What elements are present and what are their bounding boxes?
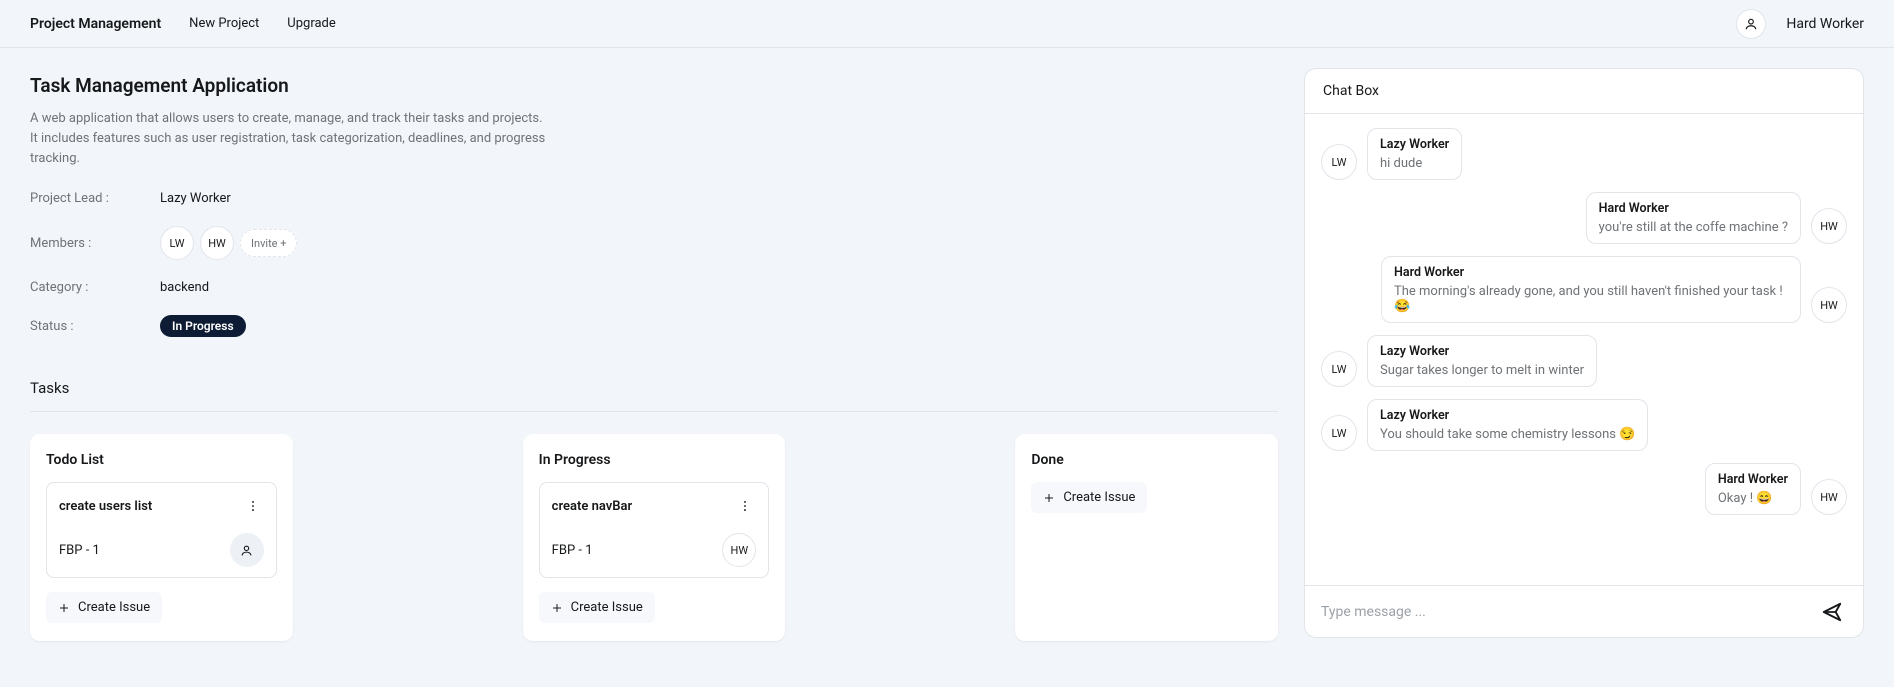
plus-icon <box>58 602 70 614</box>
message-avatar: LW <box>1321 144 1357 180</box>
column-title: Todo List <box>46 452 277 468</box>
member-avatar[interactable]: LW <box>160 226 194 260</box>
message-text: You should take some chemistry lessons 😏 <box>1380 427 1635 442</box>
project-meta: Project Lead : Lazy Worker Members : LW … <box>30 191 1278 337</box>
chat-title: Chat Box <box>1305 69 1863 114</box>
message-avatar: HW <box>1811 287 1847 323</box>
tasks-heading: Tasks <box>30 379 1278 397</box>
header-left: Project Management New Project Upgrade <box>30 16 336 32</box>
chat-message: Hard Worker The morning's already gone, a… <box>1321 256 1847 323</box>
chat-box: Chat Box LW Lazy Worker hi dude Hard Worker… <box>1304 68 1864 638</box>
create-issue-label: Create Issue <box>1063 490 1135 505</box>
chat-input-row <box>1305 585 1863 637</box>
divider <box>30 411 1278 412</box>
send-button[interactable] <box>1815 595 1849 629</box>
message-avatar: HW <box>1811 479 1847 515</box>
create-issue-button[interactable]: Create Issue <box>1031 482 1147 513</box>
message-text: The morning's already gone, and you stil… <box>1394 284 1788 314</box>
chat-message: LW Lazy Worker hi dude <box>1321 128 1847 180</box>
invite-member-button[interactable]: Invite + <box>240 229 297 257</box>
plus-icon <box>1043 492 1055 504</box>
user-icon <box>240 544 253 557</box>
task-board: Todo List create users list FBP - 1 <box>30 434 1278 641</box>
chat-message: Hard Worker you're still at the coffe mac… <box>1321 192 1847 244</box>
task-assignee[interactable] <box>230 533 264 567</box>
task-menu-button[interactable] <box>242 495 264 517</box>
task-menu-button[interactable] <box>734 495 756 517</box>
new-project-link[interactable]: New Project <box>189 16 259 31</box>
create-issue-button[interactable]: Create Issue <box>539 592 655 623</box>
app-brand[interactable]: Project Management <box>30 16 161 32</box>
message-text: you're still at the coffe machine ? <box>1599 220 1788 235</box>
create-issue-label: Create Issue <box>78 600 150 615</box>
members-label: Members : <box>30 236 160 251</box>
more-vertical-icon <box>738 499 752 513</box>
message-text: hi dude <box>1380 156 1449 171</box>
message-bubble: Lazy Worker Sugar takes longer to melt in… <box>1367 335 1597 387</box>
message-bubble: Hard Worker The morning's already gone, a… <box>1381 256 1801 323</box>
message-sender: Hard Worker <box>1394 265 1788 280</box>
message-bubble: Hard Worker you're still at the coffe mac… <box>1586 192 1801 244</box>
message-bubble: Hard Worker Okay ! 😄 <box>1705 463 1801 515</box>
category-label: Category : <box>30 280 160 295</box>
task-title: create navBar <box>552 499 632 514</box>
plus-icon <box>551 602 563 614</box>
user-name: Hard Worker <box>1786 16 1864 32</box>
create-issue-label: Create Issue <box>571 600 643 615</box>
task-code: FBP - 1 <box>59 543 100 558</box>
user-icon <box>1744 17 1758 31</box>
lead-label: Project Lead : <box>30 191 160 206</box>
message-avatar: LW <box>1321 351 1357 387</box>
main-content: Task Management Application A web applic… <box>30 68 1278 641</box>
column-title: In Progress <box>539 452 770 468</box>
board-column-done: Done Create Issue <box>1015 434 1278 641</box>
task-card[interactable]: create users list FBP - 1 <box>46 482 277 578</box>
project-title: Task Management Application <box>30 74 1278 97</box>
message-sender: Lazy Worker <box>1380 344 1584 359</box>
task-title: create users list <box>59 499 152 514</box>
board-column-todo: Todo List create users list FBP - 1 <box>30 434 293 641</box>
task-assignee[interactable]: HW <box>722 533 756 567</box>
category-value: backend <box>160 280 1278 295</box>
user-avatar[interactable] <box>1736 9 1766 39</box>
lead-value: Lazy Worker <box>160 191 1278 206</box>
column-title: Done <box>1031 452 1262 468</box>
members-row: LW HW Invite + <box>160 226 1278 260</box>
message-text: Sugar takes longer to melt in winter <box>1380 363 1584 378</box>
header-right: Hard Worker <box>1736 9 1864 39</box>
message-bubble: Lazy Worker hi dude <box>1367 128 1462 180</box>
chat-message: LW Lazy Worker You should take some chemis… <box>1321 399 1847 451</box>
message-sender: Hard Worker <box>1718 472 1788 487</box>
message-text: Okay ! 😄 <box>1718 491 1788 506</box>
message-avatar: LW <box>1321 415 1357 451</box>
message-bubble: Lazy Worker You should take some chemistr… <box>1367 399 1648 451</box>
app-header: Project Management New Project Upgrade H… <box>0 0 1894 48</box>
task-code: FBP - 1 <box>552 543 593 558</box>
project-description: A web application that allows users to c… <box>30 109 550 169</box>
member-avatar[interactable]: HW <box>200 226 234 260</box>
chat-input[interactable] <box>1319 603 1803 621</box>
chat-message: LW Lazy Worker Sugar takes longer to melt … <box>1321 335 1847 387</box>
chat-message: Hard Worker Okay ! 😄 HW <box>1321 463 1847 515</box>
task-card[interactable]: create navBar FBP - 1 HW <box>539 482 770 578</box>
create-issue-button[interactable]: Create Issue <box>46 592 162 623</box>
status-badge: In Progress <box>160 315 246 337</box>
message-sender: Lazy Worker <box>1380 137 1449 152</box>
more-vertical-icon <box>246 499 260 513</box>
status-label: Status : <box>30 319 160 334</box>
board-column-inprogress: In Progress create navBar FBP - 1 HW <box>523 434 786 641</box>
chat-messages: LW Lazy Worker hi dude Hard Worker you're st… <box>1305 114 1863 585</box>
message-sender: Lazy Worker <box>1380 408 1635 423</box>
send-icon <box>1821 601 1843 623</box>
message-sender: Hard Worker <box>1599 201 1788 216</box>
upgrade-link[interactable]: Upgrade <box>287 16 335 31</box>
message-avatar: HW <box>1811 208 1847 244</box>
